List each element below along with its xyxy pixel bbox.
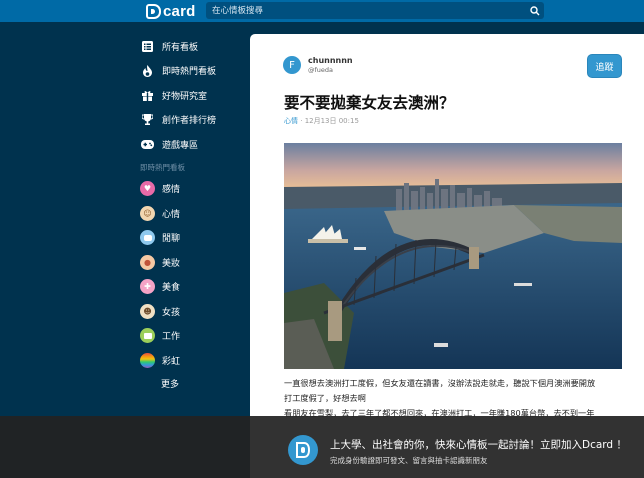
- dcard-logo[interactable]: card: [146, 1, 196, 21]
- gift-icon: [141, 89, 154, 102]
- gamepad-icon: [141, 138, 154, 151]
- sidebar-item-mood[interactable]: ☺ 心情: [132, 201, 244, 226]
- banner-subtitle: 完成身份驗證即可發文、留言與抽卡認識新朋友: [330, 456, 488, 465]
- sidebar-item-hot-boards[interactable]: 即時熱門看板: [132, 59, 244, 84]
- rainbow-icon: [140, 352, 155, 368]
- search-icon: [530, 5, 540, 15]
- more-link[interactable]: 更多: [132, 373, 244, 397]
- sidebar-item-all-boards[interactable]: 所有看板: [132, 34, 244, 59]
- dcard-app-icon: [288, 435, 318, 465]
- chat-icon: [140, 230, 155, 246]
- sidebar-item-label: 工作: [162, 332, 181, 343]
- face-icon: ☺: [140, 205, 155, 221]
- search-input[interactable]: [206, 2, 526, 19]
- sidebar-item-work[interactable]: 工作: [132, 324, 244, 349]
- heart-icon: ♥: [140, 181, 155, 197]
- sidebar-item-label: 所有看板: [162, 42, 199, 53]
- sidebar-item-love[interactable]: ♥ 感情: [132, 177, 244, 202]
- list-icon: [141, 40, 154, 53]
- sidebar-item-label: 美食: [162, 283, 181, 294]
- sidebar-item-creator-ranking[interactable]: 創作者排行榜: [132, 108, 244, 133]
- sidebar-item-label: 創作者排行榜: [162, 116, 217, 127]
- dcard-logo-mark: [146, 3, 161, 19]
- sidebar-item-label: 美妝: [162, 258, 181, 269]
- signup-banner[interactable]: 上大學、出社會的你，快來心情板一起討論！立即加入Dcard ！ 完成身份驗證即可…: [0, 416, 644, 478]
- sidebar-item-chat[interactable]: 閒聊: [132, 226, 244, 251]
- fire-icon: [141, 64, 154, 77]
- briefcase-icon: [140, 328, 155, 344]
- makeup-icon: ●: [140, 254, 155, 270]
- author-info: F chunnnnn @fueda: [283, 56, 353, 74]
- sidebar: 所有看板 即時熱門看板 好物研究室 創作者排行榜 遊戲專區 即時熱門看板 ♥ 感…: [132, 34, 244, 397]
- trophy-icon: [141, 113, 154, 126]
- author-name[interactable]: chunnnnn: [308, 56, 353, 65]
- sidebar-item-label: 好物研究室: [162, 91, 208, 102]
- avatar[interactable]: F: [283, 56, 301, 74]
- post-date: 12月13日 00:15: [304, 117, 359, 125]
- food-icon: ✚: [140, 279, 155, 295]
- author-id: @fueda: [308, 66, 334, 74]
- search-button[interactable]: [526, 2, 544, 19]
- post-paragraph: 一直很想去澳洲打工度假，但女友還在讀書，沒辦法說走就走，聽說下個月澳洲要開放: [284, 378, 596, 388]
- sidebar-item-label: 閒聊: [162, 234, 181, 245]
- girl-icon: ☻: [140, 303, 155, 319]
- sidebar-item-food[interactable]: ✚ 美食: [132, 275, 244, 300]
- sidebar-item-games[interactable]: 遊戲專區: [132, 132, 244, 157]
- logo-text: card: [163, 2, 196, 20]
- sidebar-item-label: 感情: [162, 185, 181, 196]
- section-title-hot-boards: 即時熱門看板: [140, 162, 185, 172]
- sidebar-item-rainbow[interactable]: 彩虹: [132, 348, 244, 373]
- search-box: [206, 2, 544, 19]
- sidebar-item-label: 女孩: [162, 307, 181, 318]
- sidebar-item-makeup[interactable]: ● 美妝: [132, 250, 244, 275]
- banner-title: 上大學、出社會的你，快來心情板一起討論！立即加入Dcard ！: [330, 439, 627, 451]
- top-bar: card: [0, 0, 644, 22]
- post-content: 一直很想去澳洲打工度假，但女友還在讀書，沒辦法說走就走，聽說下個月澳洲要開放 打…: [284, 376, 622, 421]
- post-card: F chunnnnn @fueda 追蹤 要不要拋棄女友去澳洲？ 心情 · 12…: [250, 34, 644, 478]
- sidebar-item-label: 即時熱門看板: [162, 67, 217, 78]
- follow-button[interactable]: 追蹤: [587, 54, 622, 78]
- post-title: 要不要拋棄女友去澳洲？: [284, 94, 455, 112]
- sidebar-item-label: 遊戲專區: [162, 140, 199, 151]
- post-meta: 心情 · 12月13日 00:15: [284, 117, 359, 125]
- sidebar-item-girl[interactable]: ☻ 女孩: [132, 299, 244, 324]
- post-paragraph: 打工度假了，好想去啊: [284, 393, 366, 403]
- sidebar-item-goods-lab[interactable]: 好物研究室: [132, 83, 244, 108]
- post-board-link[interactable]: 心情: [284, 117, 298, 125]
- sidebar-item-label: 心情: [162, 209, 181, 220]
- post-image-sydney-harbour[interactable]: [284, 143, 622, 369]
- sidebar-item-label: 彩虹: [162, 356, 181, 367]
